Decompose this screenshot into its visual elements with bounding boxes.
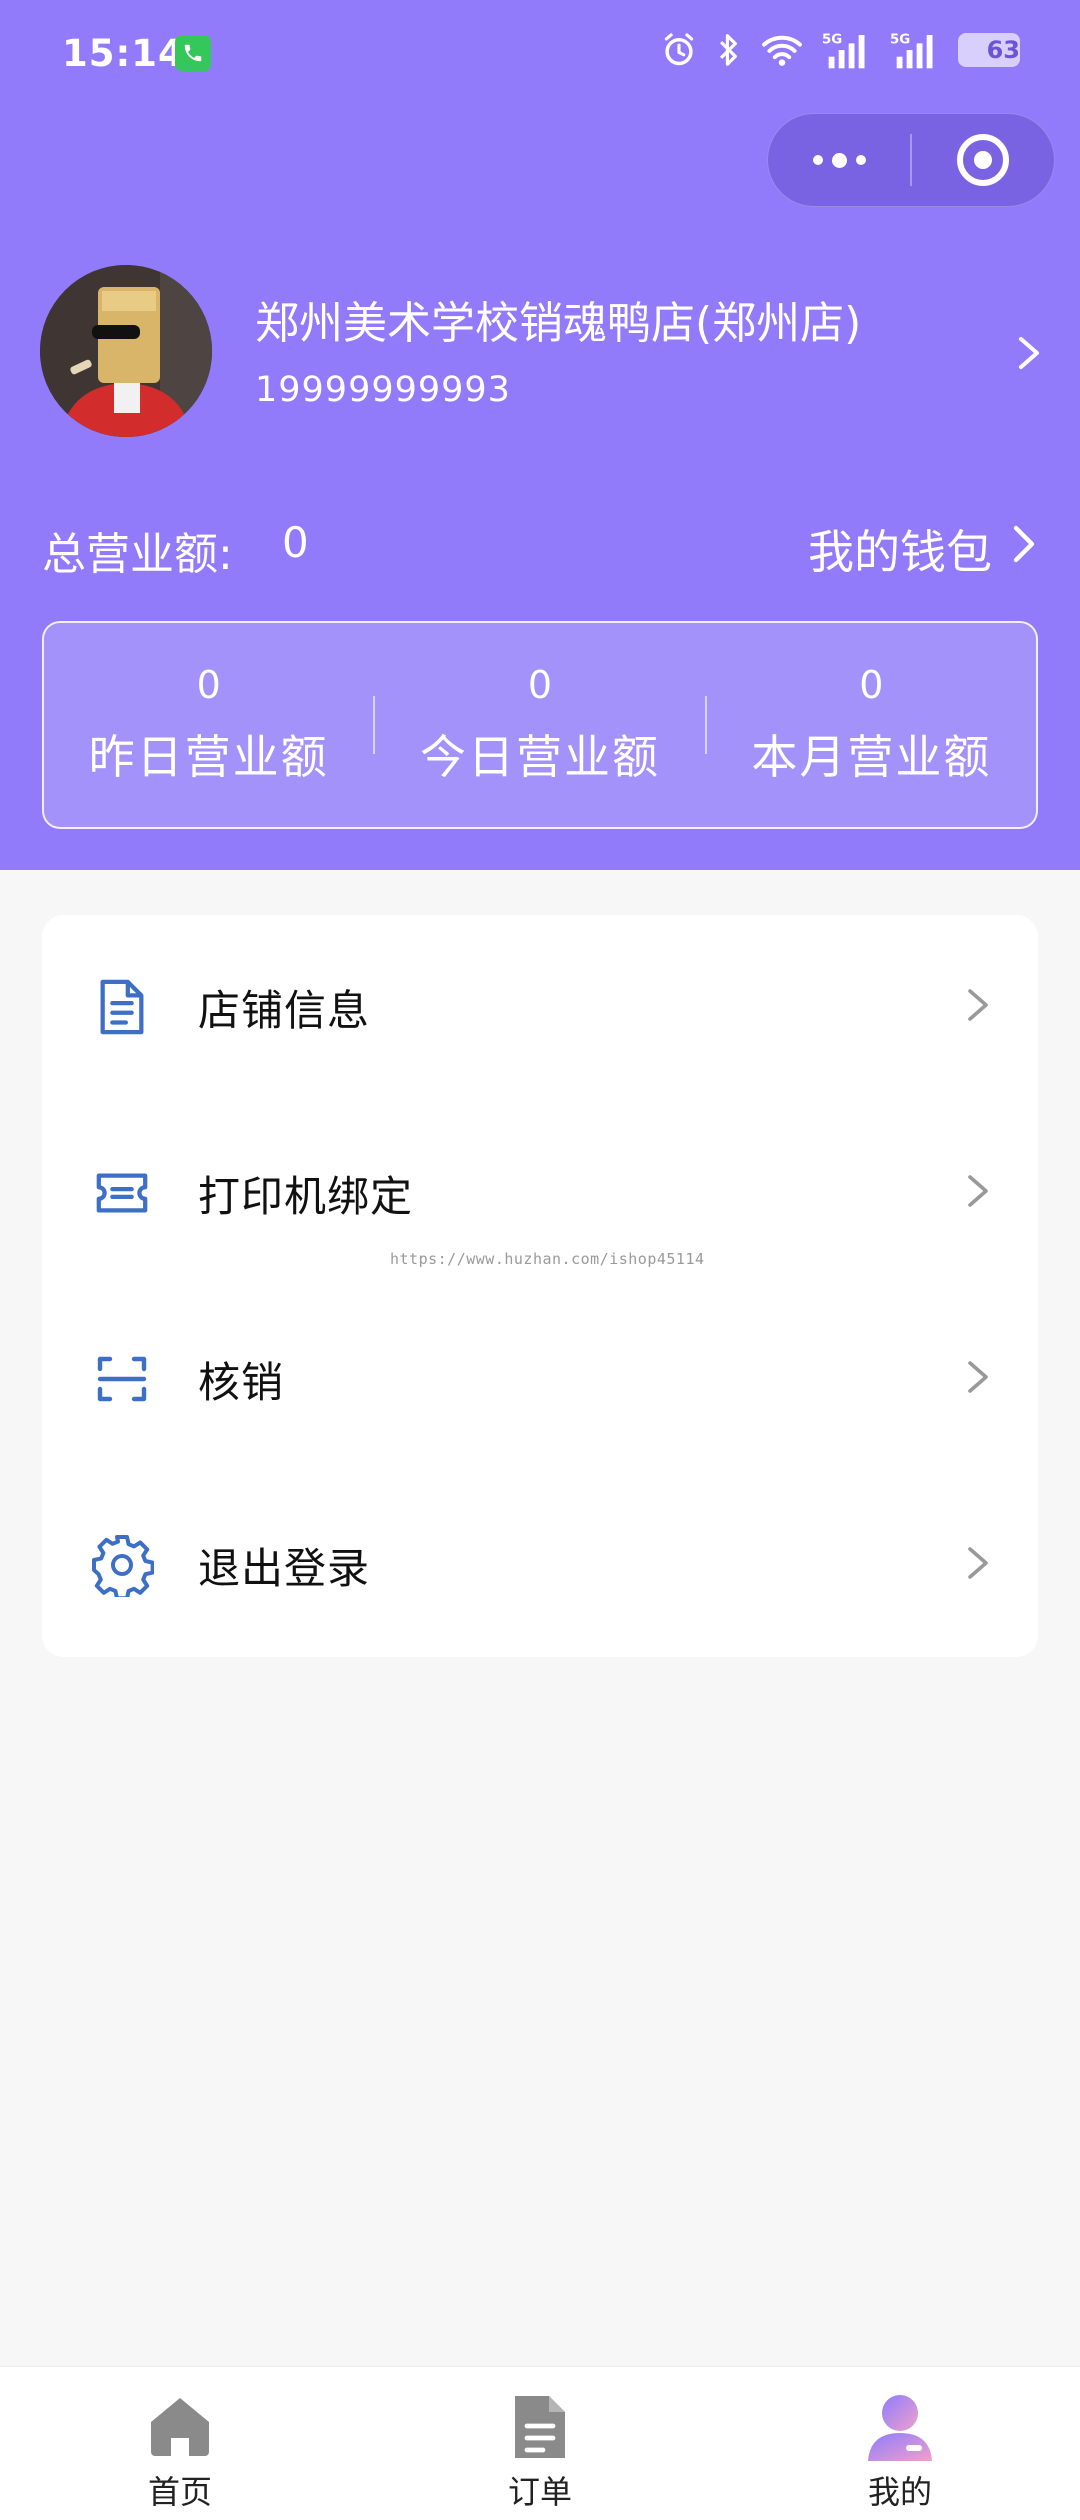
- page: 15:14 5G 5G 63 郑州美术学校销魂鸭店(郑州店) 199999999…: [0, 0, 1080, 2520]
- chevron-right-icon[interactable]: [1015, 333, 1043, 377]
- avatar[interactable]: [40, 265, 212, 437]
- more-button[interactable]: [768, 114, 910, 206]
- phone-call-icon: [175, 35, 211, 71]
- menu-label: 店铺信息: [198, 985, 371, 1035]
- chevron-right-icon: [1010, 522, 1038, 577]
- menu-item-printer-binding[interactable]: 打印机绑定: [42, 1118, 1038, 1268]
- menu-item-verify[interactable]: 核销: [42, 1304, 1038, 1454]
- tab-home[interactable]: 首页: [70, 2367, 290, 2520]
- document-icon: [87, 972, 157, 1042]
- stat-today: 0 今日营业额: [375, 623, 704, 827]
- stat-label: 昨日营业额: [88, 730, 329, 784]
- shop-name: 郑州美术学校销魂鸭店(郑州店): [255, 298, 862, 349]
- svg-text:5G: 5G: [890, 32, 910, 47]
- profile-row[interactable]: 郑州美术学校销魂鸭店(郑州店) 19999999993: [40, 265, 1040, 441]
- tab-orders[interactable]: 订单: [430, 2367, 650, 2520]
- wifi-icon: [760, 32, 804, 68]
- stat-month: 0 本月营业额: [707, 623, 1036, 827]
- ticket-icon: [87, 1158, 157, 1228]
- header: 15:14 5G 5G 63 郑州美术学校销魂鸭店(郑州店) 199999999…: [0, 0, 1080, 870]
- menu-item-shop-info[interactable]: 店铺信息: [42, 932, 1038, 1082]
- total-revenue-value: 0: [282, 518, 309, 567]
- stat-value: 0: [196, 663, 221, 707]
- alarm-icon: [660, 31, 698, 69]
- wallet-button[interactable]: 我的钱包: [808, 516, 1038, 582]
- menu-label: 退出登录: [198, 1543, 371, 1593]
- close-miniprogram-button[interactable]: [912, 114, 1054, 206]
- menu-card: 店铺信息 打印机绑定 核销 退出登录: [42, 915, 1038, 1657]
- chevron-right-icon: [966, 1543, 990, 1587]
- bluetooth-icon: [716, 31, 742, 69]
- stats-card: 0 昨日营业额 0 今日营业额 0 本月营业额: [42, 621, 1038, 829]
- more-dots-icon: [812, 152, 866, 168]
- gear-icon: [87, 1530, 157, 1600]
- watermark-text: https://www.huzhan.com/ishop45114: [390, 1250, 705, 1268]
- wallet-label: 我的钱包: [808, 525, 992, 579]
- profile-icon: [862, 2389, 938, 2465]
- tab-label: 我的: [867, 2473, 932, 2511]
- home-icon: [142, 2389, 218, 2465]
- tab-label: 订单: [507, 2473, 572, 2511]
- menu-item-logout[interactable]: 退出登录: [42, 1490, 1038, 1640]
- phone-number: 19999999993: [255, 370, 511, 410]
- svg-text:5G: 5G: [822, 32, 842, 47]
- status-time: 15:14: [62, 32, 185, 75]
- menu-label: 核销: [198, 1357, 285, 1407]
- tab-mine[interactable]: 我的: [790, 2367, 1010, 2520]
- tab-bar: 首页 订单 我的: [0, 2366, 1080, 2520]
- stat-value: 0: [527, 663, 553, 707]
- mini-program-capsule: [767, 113, 1055, 207]
- stat-label: 今日营业额: [419, 730, 660, 784]
- menu-label: 打印机绑定: [198, 1171, 414, 1221]
- total-revenue-row: 总营业额: 0 我的钱包: [42, 518, 1038, 580]
- signal-5g-icon: 5G: [822, 30, 872, 70]
- target-icon: [956, 134, 1009, 186]
- stat-label: 本月营业额: [751, 730, 992, 784]
- order-icon: [502, 2389, 578, 2465]
- battery-icon: 63: [958, 33, 1020, 67]
- stat-yesterday: 0 昨日营业额: [44, 623, 373, 827]
- battery-level: 63: [986, 36, 1020, 64]
- stat-value: 0: [859, 663, 884, 707]
- chevron-right-icon: [966, 1171, 990, 1215]
- chevron-right-icon: [966, 985, 990, 1029]
- signal-5g-icon-2: 5G: [890, 30, 940, 70]
- chevron-right-icon: [966, 1357, 990, 1401]
- status-bar: 15:14 5G 5G 63: [0, 0, 1080, 108]
- status-icons: 5G 5G 63: [660, 30, 1020, 70]
- tab-label: 首页: [147, 2473, 212, 2511]
- scan-icon: [87, 1344, 157, 1414]
- total-revenue-label: 总营业额:: [42, 529, 233, 580]
